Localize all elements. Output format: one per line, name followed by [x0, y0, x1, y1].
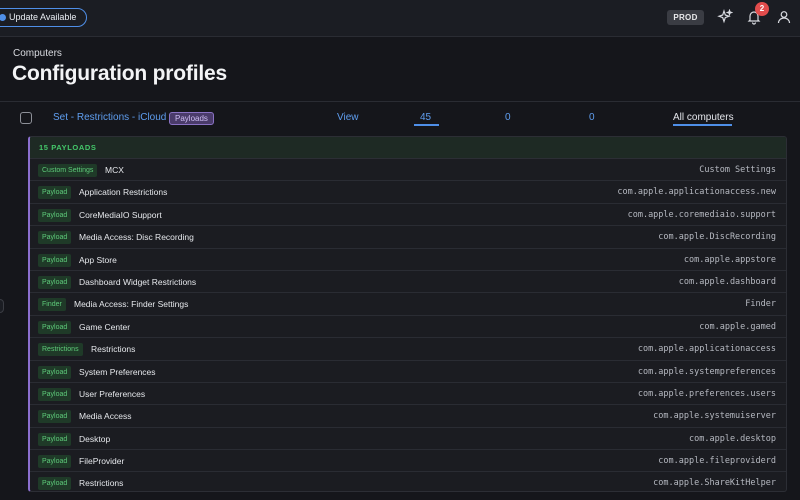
payload-identifier: Custom Settings [699, 165, 776, 175]
view-link[interactable]: View [337, 112, 359, 123]
profile-name-link[interactable]: Set - Restrictions - iCloud [53, 112, 166, 123]
payload-name: Restrictions [79, 478, 124, 489]
payload-row[interactable]: Payload Desktop com.apple.desktop [30, 428, 786, 451]
payload-tag: Payload [38, 387, 72, 401]
payload-identifier: com.apple.applicationaccess [637, 344, 776, 355]
user-icon[interactable] [776, 9, 792, 25]
payload-row[interactable]: Payload User Preferences com.apple.prefere… [30, 383, 786, 406]
payload-tag: Payload [38, 455, 72, 469]
failed-count[interactable]: 0 [589, 112, 595, 123]
payload-identifier: com.apple.desktop [689, 433, 776, 444]
payload-tag: Payload [38, 275, 72, 289]
payload-tag: Payload [38, 208, 72, 222]
breadcrumb[interactable]: Computers [13, 48, 62, 59]
payload-tag: Payload [38, 231, 72, 245]
payload-row[interactable]: Payload Dashboard Widget Restrictions com.… [30, 271, 786, 294]
payload-identifier: com.apple.coremediaio.support [627, 209, 776, 220]
payload-identifier: com.apple.systempreferences [637, 366, 776, 377]
payload-row[interactable]: Payload FileProvider com.apple.fileprovide… [30, 450, 786, 473]
payload-tag: Payload [38, 477, 72, 491]
payload-identifier: com.apple.appstore [683, 254, 776, 265]
completed-count-underline [414, 124, 439, 126]
payload-tag: Payload [38, 365, 72, 379]
payload-identifier: Finder [745, 299, 776, 310]
payload-identifier: com.apple.preferences.users [637, 388, 776, 399]
payload-identifier: com.apple.gamed [699, 321, 776, 332]
payload-tag: Finder [38, 298, 66, 312]
scope-link[interactable]: All computers [673, 112, 734, 123]
payload-identifier: com.apple.applicationaccess.new [617, 187, 776, 198]
scope-underline [673, 124, 732, 126]
payload-name: User Preferences [79, 388, 146, 399]
payload-name: Media Access: Finder Settings [74, 299, 189, 310]
payload-row[interactable]: Payload Restrictions com.apple.ShareKitHel… [30, 472, 786, 491]
payload-identifier: com.apple.DiscRecording [658, 232, 776, 243]
payload-name: FileProvider [79, 456, 125, 467]
page-title: Configuration profiles [12, 62, 227, 85]
payload-name: Media Access: Disc Recording [79, 232, 194, 243]
payload-row[interactable]: Payload Media Access com.apple.systemuiser… [30, 405, 786, 428]
top-bar: Update Available PROD 2 [0, 0, 800, 37]
payload-tag: Payload [38, 320, 72, 334]
payload-name: System Preferences [79, 366, 156, 377]
payload-row[interactable]: Finder Media Access: Finder Settings Finde… [30, 293, 786, 316]
sidebar-expand-handle[interactable] [0, 299, 4, 313]
payload-name: Game Center [79, 321, 131, 332]
payload-name: Restrictions [91, 344, 136, 355]
payload-identifier: com.apple.dashboard [678, 276, 776, 287]
header-divider [0, 101, 800, 102]
payload-identifier: com.apple.systemuiserver [653, 411, 776, 422]
payload-name: CoreMediaIO Support [79, 209, 162, 220]
payload-identifier: com.apple.ShareKitHelper [653, 478, 776, 489]
payload-row[interactable]: Custom Settings MCX Custom Settings [30, 159, 786, 182]
payload-tag: Payload [38, 253, 72, 267]
sparkle-icon[interactable] [717, 9, 733, 25]
update-available-button[interactable]: Update Available [0, 8, 88, 27]
payload-name: Application Restrictions [79, 187, 168, 198]
payloads-list: Custom Settings MCX Custom Settings Payload… [30, 159, 786, 491]
notification-count-badge: 2 [755, 2, 769, 16]
payloads-panel: 15 PAYLOADS Custom Settings MCX Custom Set… [28, 136, 787, 492]
payload-row[interactable]: Payload App Store com.apple.appstore [30, 249, 786, 271]
status-dot-icon [0, 14, 6, 21]
payload-tag: Restrictions [38, 343, 83, 357]
payload-identifier: com.apple.fileproviderd [658, 456, 776, 467]
payloads-badge[interactable]: Payloads [169, 112, 214, 125]
payload-row[interactable]: Payload Application Restrictions com.apple… [30, 181, 786, 204]
payload-name: Dashboard Widget Restrictions [79, 276, 197, 287]
payloads-header: 15 PAYLOADS [30, 137, 786, 159]
environment-badge: PROD [667, 10, 704, 25]
payload-name: Media Access [79, 411, 132, 422]
payload-row[interactable]: Payload System Preferences com.apple.syste… [30, 361, 786, 383]
payload-tag: Payload [38, 432, 72, 446]
payload-name: MCX [105, 165, 124, 175]
payload-tag: Payload [38, 410, 72, 424]
update-available-label: Update Available [9, 12, 77, 22]
profile-select-checkbox[interactable] [20, 112, 32, 124]
completed-count[interactable]: 45 [420, 112, 431, 123]
payload-row[interactable]: Payload CoreMediaIO Support com.apple.core… [30, 204, 786, 227]
payload-tag: Custom Settings [38, 164, 98, 177]
payload-row[interactable]: Restrictions Restrictions com.apple.applic… [30, 338, 786, 361]
payload-row[interactable]: Payload Media Access: Disc Recording com.a… [30, 226, 786, 249]
payload-row[interactable]: Payload Game Center com.apple.gamed [30, 316, 786, 339]
pending-count[interactable]: 0 [505, 112, 511, 123]
payload-tag: Payload [38, 186, 72, 200]
payload-name: App Store [79, 254, 117, 265]
payload-name: Desktop [79, 433, 111, 444]
